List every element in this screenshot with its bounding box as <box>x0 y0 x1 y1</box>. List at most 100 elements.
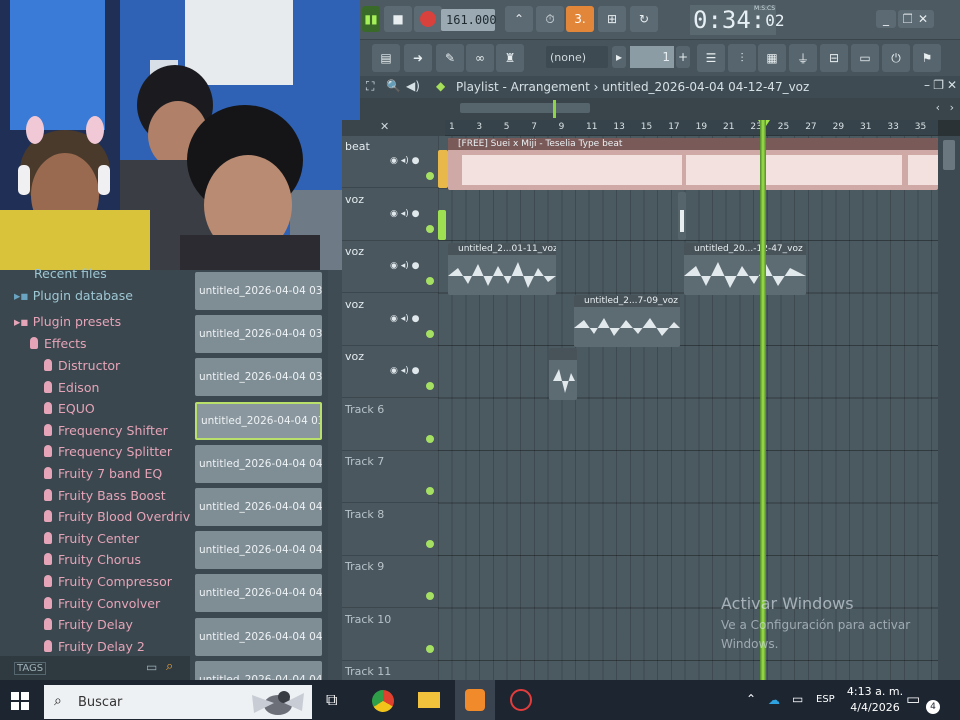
clipboard-icon[interactable]: ▭ <box>851 44 879 72</box>
track-controls-icon[interactable]: ◉ ◂) ● <box>390 261 419 271</box>
effect-preset-item[interactable]: Fruity Compressor <box>44 574 172 589</box>
search-icon[interactable]: ⌕ <box>166 659 173 674</box>
track-header[interactable]: Track 7 <box>342 451 438 503</box>
track-controls-icon[interactable]: ◉ ◂) ● <box>390 156 419 166</box>
restore-playlist-icon[interactable]: ❐ <box>933 78 944 92</box>
system-clock[interactable]: 4:13 a. m. 4/4/2026 <box>845 684 905 716</box>
draw-icon[interactable]: ✎ <box>436 44 464 72</box>
track-enable-led[interactable] <box>426 172 434 180</box>
effect-preset-item[interactable]: Fruity Center <box>44 531 139 546</box>
clip-beat[interactable]: [FREE] Suei x Miji - Teselia Type beat <box>448 138 938 190</box>
effect-preset-item[interactable]: Fruity Delay 2 <box>44 639 145 654</box>
tempo-display[interactable]: 161.000 <box>441 9 497 31</box>
channel-rack-icon[interactable]: ▦ <box>758 44 786 72</box>
speaker-icon[interactable]: ◀) <box>406 79 420 93</box>
link-icon[interactable]: ∞ <box>466 44 494 72</box>
clip-voz4[interactable]: untitled_2...7-09_voz <box>574 295 680 347</box>
browser-plugin-database[interactable]: ▸▪ Plugin database <box>14 288 133 303</box>
track-enable-led[interactable] <box>426 434 434 443</box>
effect-preset-item[interactable]: EQUO <box>44 401 95 416</box>
zoom-icon[interactable]: 🔍 <box>386 79 401 93</box>
mixer-icon[interactable]: ⫶ <box>728 44 756 72</box>
track-enable-led[interactable] <box>426 224 434 233</box>
play-button[interactable]: ▮▮ <box>362 6 380 32</box>
effect-preset-item[interactable]: Fruity Blood Overdrive <box>44 509 198 524</box>
recent-project-thumbnail[interactable]: untitled_2026-04-04 03-... <box>195 401 322 440</box>
track-header[interactable]: Track 8 <box>342 504 438 556</box>
obs-icon[interactable] <box>510 689 532 711</box>
tags-label[interactable]: TAGS <box>14 662 47 675</box>
recent-project-thumbnail[interactable]: untitled_2026-04-04 04-... <box>195 531 322 570</box>
chrome-icon[interactable] <box>372 690 394 712</box>
scroll-left-icon[interactable]: ‹ <box>936 101 940 114</box>
track-controls-icon[interactable]: ◉ ◂) ● <box>390 314 419 324</box>
onedrive-icon[interactable]: ☁ <box>768 693 780 707</box>
track-header[interactable]: Track 9 <box>342 556 438 608</box>
track-header[interactable]: voz ◉ ◂) ● <box>342 346 438 398</box>
track-header[interactable]: Track 10 <box>342 609 438 661</box>
recent-project-thumbnail[interactable]: untitled_2026-04-04 03-... <box>195 272 322 310</box>
tray-chevron-icon[interactable]: ⌃ <box>746 692 756 706</box>
fl-studio-taskbar-button[interactable] <box>455 680 495 720</box>
playlist-icon[interactable]: ☰ <box>697 44 725 72</box>
track-enable-led[interactable] <box>426 382 434 390</box>
recent-project-thumbnail[interactable]: untitled_2026-04-04 03-... <box>195 358 322 397</box>
track-header[interactable]: Track 6 <box>342 399 438 451</box>
step-plus-icon[interactable]: + <box>676 46 690 68</box>
piano-icon[interactable]: ▤ <box>372 44 400 72</box>
stamp-icon[interactable]: ♜ <box>496 44 524 72</box>
track-enable-led[interactable] <box>426 592 434 600</box>
help-icon[interactable]: ⚑ <box>913 44 941 72</box>
file-explorer-icon[interactable] <box>418 692 440 708</box>
metronome-icon[interactable]: ⌃ <box>505 6 533 32</box>
playlist-grid[interactable] <box>438 136 938 680</box>
record-button[interactable] <box>414 6 442 32</box>
effect-preset-item[interactable]: Fruity Delay <box>44 617 133 632</box>
column-divider[interactable] <box>328 270 342 680</box>
clip-voz1[interactable] <box>678 192 686 240</box>
pattern-selector[interactable]: (none) <box>546 46 608 68</box>
track-enable-led[interactable] <box>426 644 434 653</box>
network-icon[interactable]: ▭ <box>792 692 803 706</box>
track-header[interactable]: voz ◉ ◂) ● <box>342 241 438 293</box>
minimize-button[interactable]: _ <box>876 10 896 28</box>
snap-icon[interactable]: ⛶ <box>366 79 374 94</box>
language-indicator[interactable]: ESP <box>816 694 835 705</box>
effect-preset-item[interactable]: Fruity 7 band EQ <box>44 466 162 481</box>
countdown-icon[interactable]: 3. <box>566 6 594 32</box>
track-enable-led[interactable] <box>426 329 434 338</box>
track-controls-icon[interactable]: ◉ ◂) ● <box>390 366 419 376</box>
loop-record-icon[interactable]: ↻ <box>630 6 658 32</box>
vertical-scrollbar[interactable] <box>938 136 960 680</box>
wait-for-input-icon[interactable]: ⏱ <box>536 6 564 32</box>
windows-start-icon[interactable] <box>11 692 29 710</box>
effect-preset-item[interactable]: Distructor <box>44 358 120 373</box>
plugin-icon[interactable]: ⊟ <box>820 44 848 72</box>
step-value[interactable]: 1 <box>630 46 674 68</box>
faders-icon[interactable]: ⏚ <box>789 44 817 72</box>
effect-preset-item[interactable]: Edison <box>44 380 99 395</box>
effect-preset-item[interactable]: Frequency Shifter <box>44 423 168 438</box>
taskbar-search-box[interactable]: ⌕ Buscar <box>44 685 312 719</box>
arrow-icon[interactable]: ➜ <box>404 44 432 72</box>
track-header[interactable]: voz ◉ ◂) ● <box>342 189 438 241</box>
clip-voz5[interactable] <box>549 348 577 400</box>
browser-plugin-presets[interactable]: ▸▪ Plugin presets <box>14 314 121 329</box>
clip-voz3b[interactable]: untitled_20...-12-47_voz <box>684 243 806 295</box>
browser-recent-files[interactable]: Recent files <box>34 266 107 281</box>
effect-preset-item[interactable]: Fruity Convolver <box>44 596 160 611</box>
folder-icon[interactable]: ▭ <box>146 660 157 674</box>
minimize-playlist-icon[interactable]: – <box>924 78 930 92</box>
effect-preset-item[interactable]: Fruity Bass Boost <box>44 488 166 503</box>
track-controls-icon[interactable]: ◉ ◂) ● <box>390 209 419 219</box>
recent-project-thumbnail[interactable]: untitled_2026-04-04 04-... <box>195 617 322 656</box>
step-left-icon[interactable]: ▸ <box>612 46 626 68</box>
power-icon[interactable]: ⏻ <box>882 44 910 72</box>
track-enable-led[interactable] <box>426 487 434 495</box>
close-button[interactable]: ✕ <box>912 10 934 28</box>
scrollbar-thumb[interactable] <box>943 140 955 170</box>
blend-notes-icon[interactable]: ⊞ <box>598 6 626 32</box>
recent-project-thumbnail[interactable]: untitled_2026-04-04 04-... <box>195 574 322 613</box>
recent-project-thumbnail[interactable]: untitled_2026-04-04 04-... <box>195 488 322 526</box>
track-header[interactable]: beat ◉ ◂) ● <box>342 136 438 188</box>
